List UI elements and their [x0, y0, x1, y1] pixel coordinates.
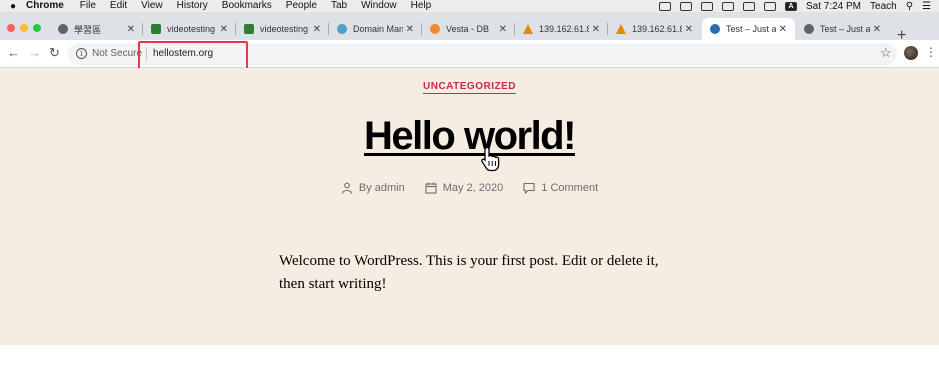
- close-icon[interactable]: ✕: [873, 24, 881, 35]
- vesta-icon: [430, 24, 440, 34]
- tab-title: 139.162.61.8: [632, 24, 682, 34]
- post-meta: By admin May 2, 2020 1 Comment: [0, 182, 939, 194]
- tab-title: Domain Mana: [353, 24, 403, 34]
- hand-cursor-icon: [481, 146, 500, 172]
- menu-people[interactable]: People: [286, 0, 317, 12]
- more-menu-icon[interactable]: ⋮: [925, 45, 937, 59]
- close-icon[interactable]: ✕: [592, 24, 600, 35]
- tab-7[interactable]: 139.162.61.8 ✕: [608, 18, 701, 40]
- menu-file[interactable]: File: [80, 0, 96, 12]
- forward-arrow-icon[interactable]: →: [28, 45, 41, 61]
- tab-title: 學習區: [74, 24, 102, 35]
- person-icon: [341, 182, 352, 194]
- tab-title: videotesting: [260, 24, 309, 34]
- window-zoom-button[interactable]: [33, 24, 41, 32]
- wordpress-icon: [710, 24, 720, 34]
- tab-title: videotesting: [167, 24, 216, 34]
- macos-menu-bar: ● Chrome File Edit View History Bookmark…: [0, 0, 939, 12]
- bot-icon: [244, 24, 254, 34]
- menu-history[interactable]: History: [177, 0, 208, 12]
- menu-help[interactable]: Help: [411, 0, 432, 12]
- sail-icon: [523, 24, 533, 34]
- reload-icon[interactable]: ↻: [49, 45, 60, 61]
- bot-icon: [151, 24, 161, 34]
- menu-chrome[interactable]: Chrome: [26, 0, 64, 12]
- post-content: Welcome to WordPress. This is your first…: [279, 253, 659, 292]
- tab-title: Vesta - DB: [446, 24, 490, 34]
- post-category: UNCATEGORIZED: [0, 81, 939, 94]
- notification-center-icon[interactable]: ☰: [922, 1, 931, 12]
- close-icon[interactable]: ✕: [779, 24, 787, 35]
- apple-menu-icon[interactable]: ●: [0, 1, 26, 12]
- domain-icon: [337, 24, 347, 34]
- close-icon[interactable]: ✕: [406, 24, 414, 35]
- close-icon[interactable]: ✕: [685, 24, 693, 35]
- close-icon[interactable]: ✕: [220, 24, 228, 35]
- status-icon[interactable]: [658, 1, 671, 11]
- tab-title: Test – Just ar: [726, 24, 776, 34]
- category-link[interactable]: UNCATEGORIZED: [423, 81, 516, 94]
- post-header-area: UNCATEGORIZED Hello world! By admin May …: [0, 68, 939, 345]
- close-icon[interactable]: ✕: [313, 24, 321, 35]
- menu-edit[interactable]: Edit: [110, 0, 127, 12]
- profile-avatar[interactable]: [904, 46, 918, 60]
- wifi-icon[interactable]: [742, 1, 755, 11]
- globe-icon: [804, 24, 814, 34]
- post-title: Hello world!: [0, 114, 939, 159]
- tab-5[interactable]: Vesta - DB ✕: [422, 18, 515, 40]
- tab-4[interactable]: Domain Mana ✕: [329, 18, 422, 40]
- close-icon[interactable]: ✕: [499, 24, 507, 35]
- tab-8-active[interactable]: Test – Just ar ✕: [702, 18, 795, 40]
- author-link[interactable]: By admin: [359, 182, 405, 194]
- menu-tab[interactable]: Tab: [331, 0, 347, 12]
- tab-9[interactable]: Test – Just ar ✕: [796, 18, 889, 40]
- tab-title: 139.162.61.8: [539, 24, 589, 34]
- bookmark-star-icon[interactable]: ☆: [880, 45, 892, 61]
- tab-strip: 學習區 ✕ videotesting ✕ videotesting ✕ Doma…: [0, 12, 939, 44]
- battery-icon[interactable]: [763, 1, 776, 11]
- calendar-icon: [425, 182, 437, 194]
- window-minimize-button[interactable]: [20, 24, 28, 32]
- creative-cloud-icon[interactable]: [679, 1, 692, 11]
- sail-icon: [616, 24, 626, 34]
- info-icon[interactable]: i: [76, 48, 87, 59]
- post-date: May 2, 2020: [425, 182, 504, 194]
- menubar-clock[interactable]: Sat 7:24 PM: [806, 1, 861, 12]
- window-close-button[interactable]: [7, 24, 15, 32]
- back-arrow-icon[interactable]: ←: [7, 45, 20, 61]
- screen-mirror-icon[interactable]: [721, 1, 734, 11]
- comments-link[interactable]: 1 Comment: [541, 182, 598, 194]
- display-icon[interactable]: [700, 1, 713, 11]
- menu-bookmarks[interactable]: Bookmarks: [222, 0, 272, 12]
- security-label[interactable]: Not Secure: [92, 48, 142, 59]
- input-source-icon[interactable]: A: [784, 1, 797, 11]
- post-title-link[interactable]: Hello world!: [364, 114, 576, 158]
- menu-window[interactable]: Window: [361, 0, 397, 12]
- globe-icon: [58, 24, 68, 34]
- tab-3[interactable]: videotesting ✕: [236, 18, 329, 40]
- close-icon[interactable]: ✕: [127, 24, 135, 35]
- date-link[interactable]: May 2, 2020: [443, 182, 504, 194]
- tab-title: Test – Just ar: [820, 24, 870, 34]
- menubar-user[interactable]: Teach: [870, 1, 897, 12]
- post-author: By admin: [341, 182, 405, 194]
- tab-1[interactable]: 學習區 ✕: [50, 18, 143, 40]
- spotlight-icon[interactable]: ⚲: [906, 1, 913, 12]
- tab-6[interactable]: 139.162.61.8 ✕: [515, 18, 608, 40]
- tab-2[interactable]: videotesting ✕: [143, 18, 236, 40]
- menu-view[interactable]: View: [141, 0, 163, 12]
- comment-icon: [523, 182, 535, 194]
- post-comments: 1 Comment: [523, 182, 598, 194]
